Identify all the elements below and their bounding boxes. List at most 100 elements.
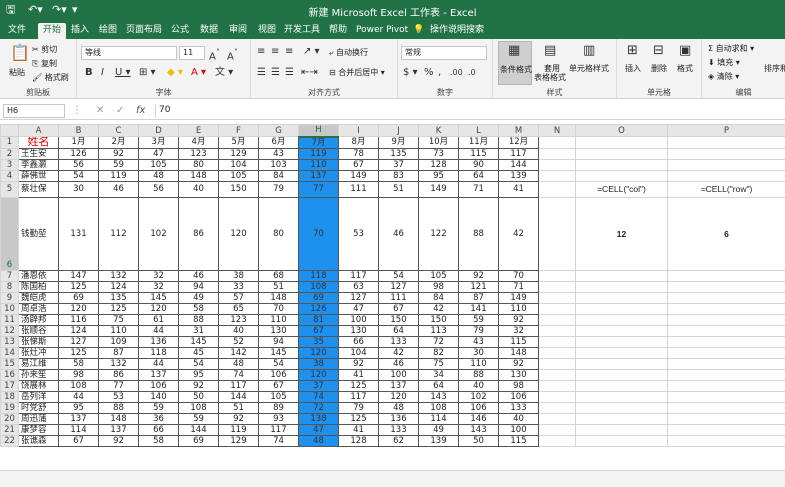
value-cell[interactable]: 105 (418, 269, 459, 282)
empty-cell[interactable] (538, 412, 576, 425)
copy-button[interactable]: ⎘ 复制 (32, 58, 57, 69)
value-cell[interactable]: 92 (178, 379, 219, 392)
value-cell[interactable]: 150 (218, 180, 259, 198)
value-cell[interactable]: 81 (298, 313, 339, 326)
currency-icon[interactable]: $ ▾ (403, 67, 418, 79)
cell-p[interactable] (667, 324, 785, 337)
value-cell[interactable]: 88 (458, 368, 499, 381)
name-cell[interactable]: 康梦容 (18, 423, 59, 436)
align-right-icon[interactable]: ☰ (285, 67, 294, 79)
align-bottom-icon[interactable]: ≡ (285, 46, 293, 58)
column-header[interactable]: F (218, 124, 259, 137)
row-header[interactable]: 13 (0, 335, 19, 348)
value-cell[interactable]: 48 (298, 434, 339, 447)
row-header[interactable]: 15 (0, 357, 19, 370)
value-cell[interactable]: 59 (98, 158, 139, 171)
value-cell[interactable]: 126 (58, 147, 99, 160)
tab-data[interactable]: 数据 (197, 23, 221, 39)
value-cell[interactable]: 92 (458, 269, 499, 282)
cell-p[interactable] (667, 434, 785, 447)
delete-cells-button[interactable]: 删除 (651, 63, 667, 74)
cell-p[interactable] (667, 158, 785, 171)
value-cell[interactable]: 136 (378, 412, 419, 425)
name-cell[interactable]: 薛佛世 (18, 169, 59, 182)
spreadsheet-grid[interactable]: A B C D E F G H I J K L M N O P 1 姓名 1月 2月 3月 4月 5月 6月 7月 8月 9月 10月… (0, 124, 785, 447)
value-cell[interactable]: 32 (138, 280, 179, 293)
format-cells-button[interactable]: 格式 (677, 63, 693, 74)
name-cell[interactable]: 岳列洋 (18, 390, 59, 403)
fill-color-icon[interactable]: ◆ ▾ (167, 67, 183, 79)
border-icon[interactable]: ⊞ ▾ (139, 67, 156, 79)
value-cell[interactable]: 149 (338, 169, 379, 182)
value-cell[interactable]: 78 (338, 147, 379, 160)
tab-developer[interactable]: 开发工具 (284, 23, 320, 39)
name-cell[interactable]: 陈国柏 (18, 280, 59, 293)
value-cell[interactable]: 120 (298, 346, 339, 359)
value-cell[interactable]: 117 (218, 379, 259, 392)
value-cell[interactable]: 147 (58, 269, 99, 282)
value-cell[interactable]: 44 (138, 324, 179, 337)
header-cell[interactable]: 7月 (298, 136, 339, 149)
formula-col-cell[interactable]: =CELL("col") (575, 180, 668, 198)
value-cell[interactable]: 115 (498, 335, 539, 348)
name-cell[interactable]: 汤辟邦 (18, 313, 59, 326)
clear-button[interactable]: ◈ 清除 ▾ (708, 71, 739, 82)
paste-button[interactable]: 粘贴 (9, 67, 25, 78)
header-cell[interactable]: 姓名 (18, 136, 59, 149)
cell-o[interactable] (575, 324, 668, 337)
empty-cell[interactable] (538, 335, 576, 348)
value-cell[interactable]: 95 (178, 368, 219, 381)
value-cell[interactable]: 70 (298, 196, 339, 271)
name-cell[interactable]: 孙来笙 (18, 368, 59, 381)
empty-cell[interactable] (538, 379, 576, 392)
value-cell[interactable]: 72 (418, 335, 459, 348)
value-cell[interactable]: 47 (298, 423, 339, 436)
row-header[interactable]: 17 (0, 379, 19, 392)
empty-cell[interactable] (538, 390, 576, 403)
value-cell[interactable]: 70 (258, 302, 299, 315)
value-cell[interactable]: 51 (218, 401, 259, 414)
value-cell[interactable]: 110 (98, 324, 139, 337)
value-cell[interactable]: 64 (418, 379, 459, 392)
formula-input[interactable]: 70 (155, 104, 785, 118)
empty-cell[interactable] (538, 158, 576, 171)
cell-o[interactable] (575, 379, 668, 392)
value-cell[interactable]: 119 (298, 147, 339, 160)
value-cell[interactable]: 35 (298, 335, 339, 348)
comma-icon[interactable]: , (438, 67, 441, 79)
value-cell[interactable]: 117 (338, 269, 379, 282)
value-cell[interactable]: 84 (418, 291, 459, 304)
value-cell[interactable]: 148 (258, 291, 299, 304)
empty-cell[interactable] (538, 180, 576, 198)
font-color-icon[interactable]: A ▾ (191, 67, 206, 79)
value-cell[interactable]: 144 (218, 390, 259, 403)
value-cell[interactable]: 43 (458, 335, 499, 348)
value-cell[interactable]: 69 (298, 291, 339, 304)
value-cell[interactable]: 100 (498, 423, 539, 436)
value-cell[interactable]: 64 (378, 324, 419, 337)
value-cell[interactable]: 131 (58, 196, 99, 271)
value-cell[interactable]: 137 (58, 412, 99, 425)
cell-p[interactable] (667, 346, 785, 359)
align-top-icon[interactable]: ≡ (257, 46, 265, 58)
row-header[interactable]: 19 (0, 401, 19, 414)
value-cell[interactable]: 124 (58, 324, 99, 337)
value-cell[interactable]: 132 (98, 357, 139, 370)
value-cell[interactable]: 58 (138, 434, 179, 447)
value-cell[interactable]: 149 (498, 291, 539, 304)
cell-o[interactable] (575, 302, 668, 315)
value-cell[interactable]: 36 (138, 412, 179, 425)
number-format-select[interactable]: 常规 (401, 46, 487, 60)
value-cell[interactable]: 103 (258, 158, 299, 171)
value-cell[interactable]: 73 (418, 147, 459, 160)
empty-cell[interactable] (538, 136, 576, 149)
value-cell[interactable]: 110 (258, 313, 299, 326)
empty-cell[interactable] (538, 147, 576, 160)
value-cell[interactable]: 123 (218, 313, 259, 326)
value-cell[interactable]: 145 (258, 346, 299, 359)
sort-filter-button[interactable]: 排序和 (764, 63, 785, 74)
value-cell[interactable]: 67 (338, 158, 379, 171)
value-cell[interactable]: 40 (498, 412, 539, 425)
empty-cell[interactable] (538, 280, 576, 293)
value-cell[interactable]: 83 (378, 169, 419, 182)
